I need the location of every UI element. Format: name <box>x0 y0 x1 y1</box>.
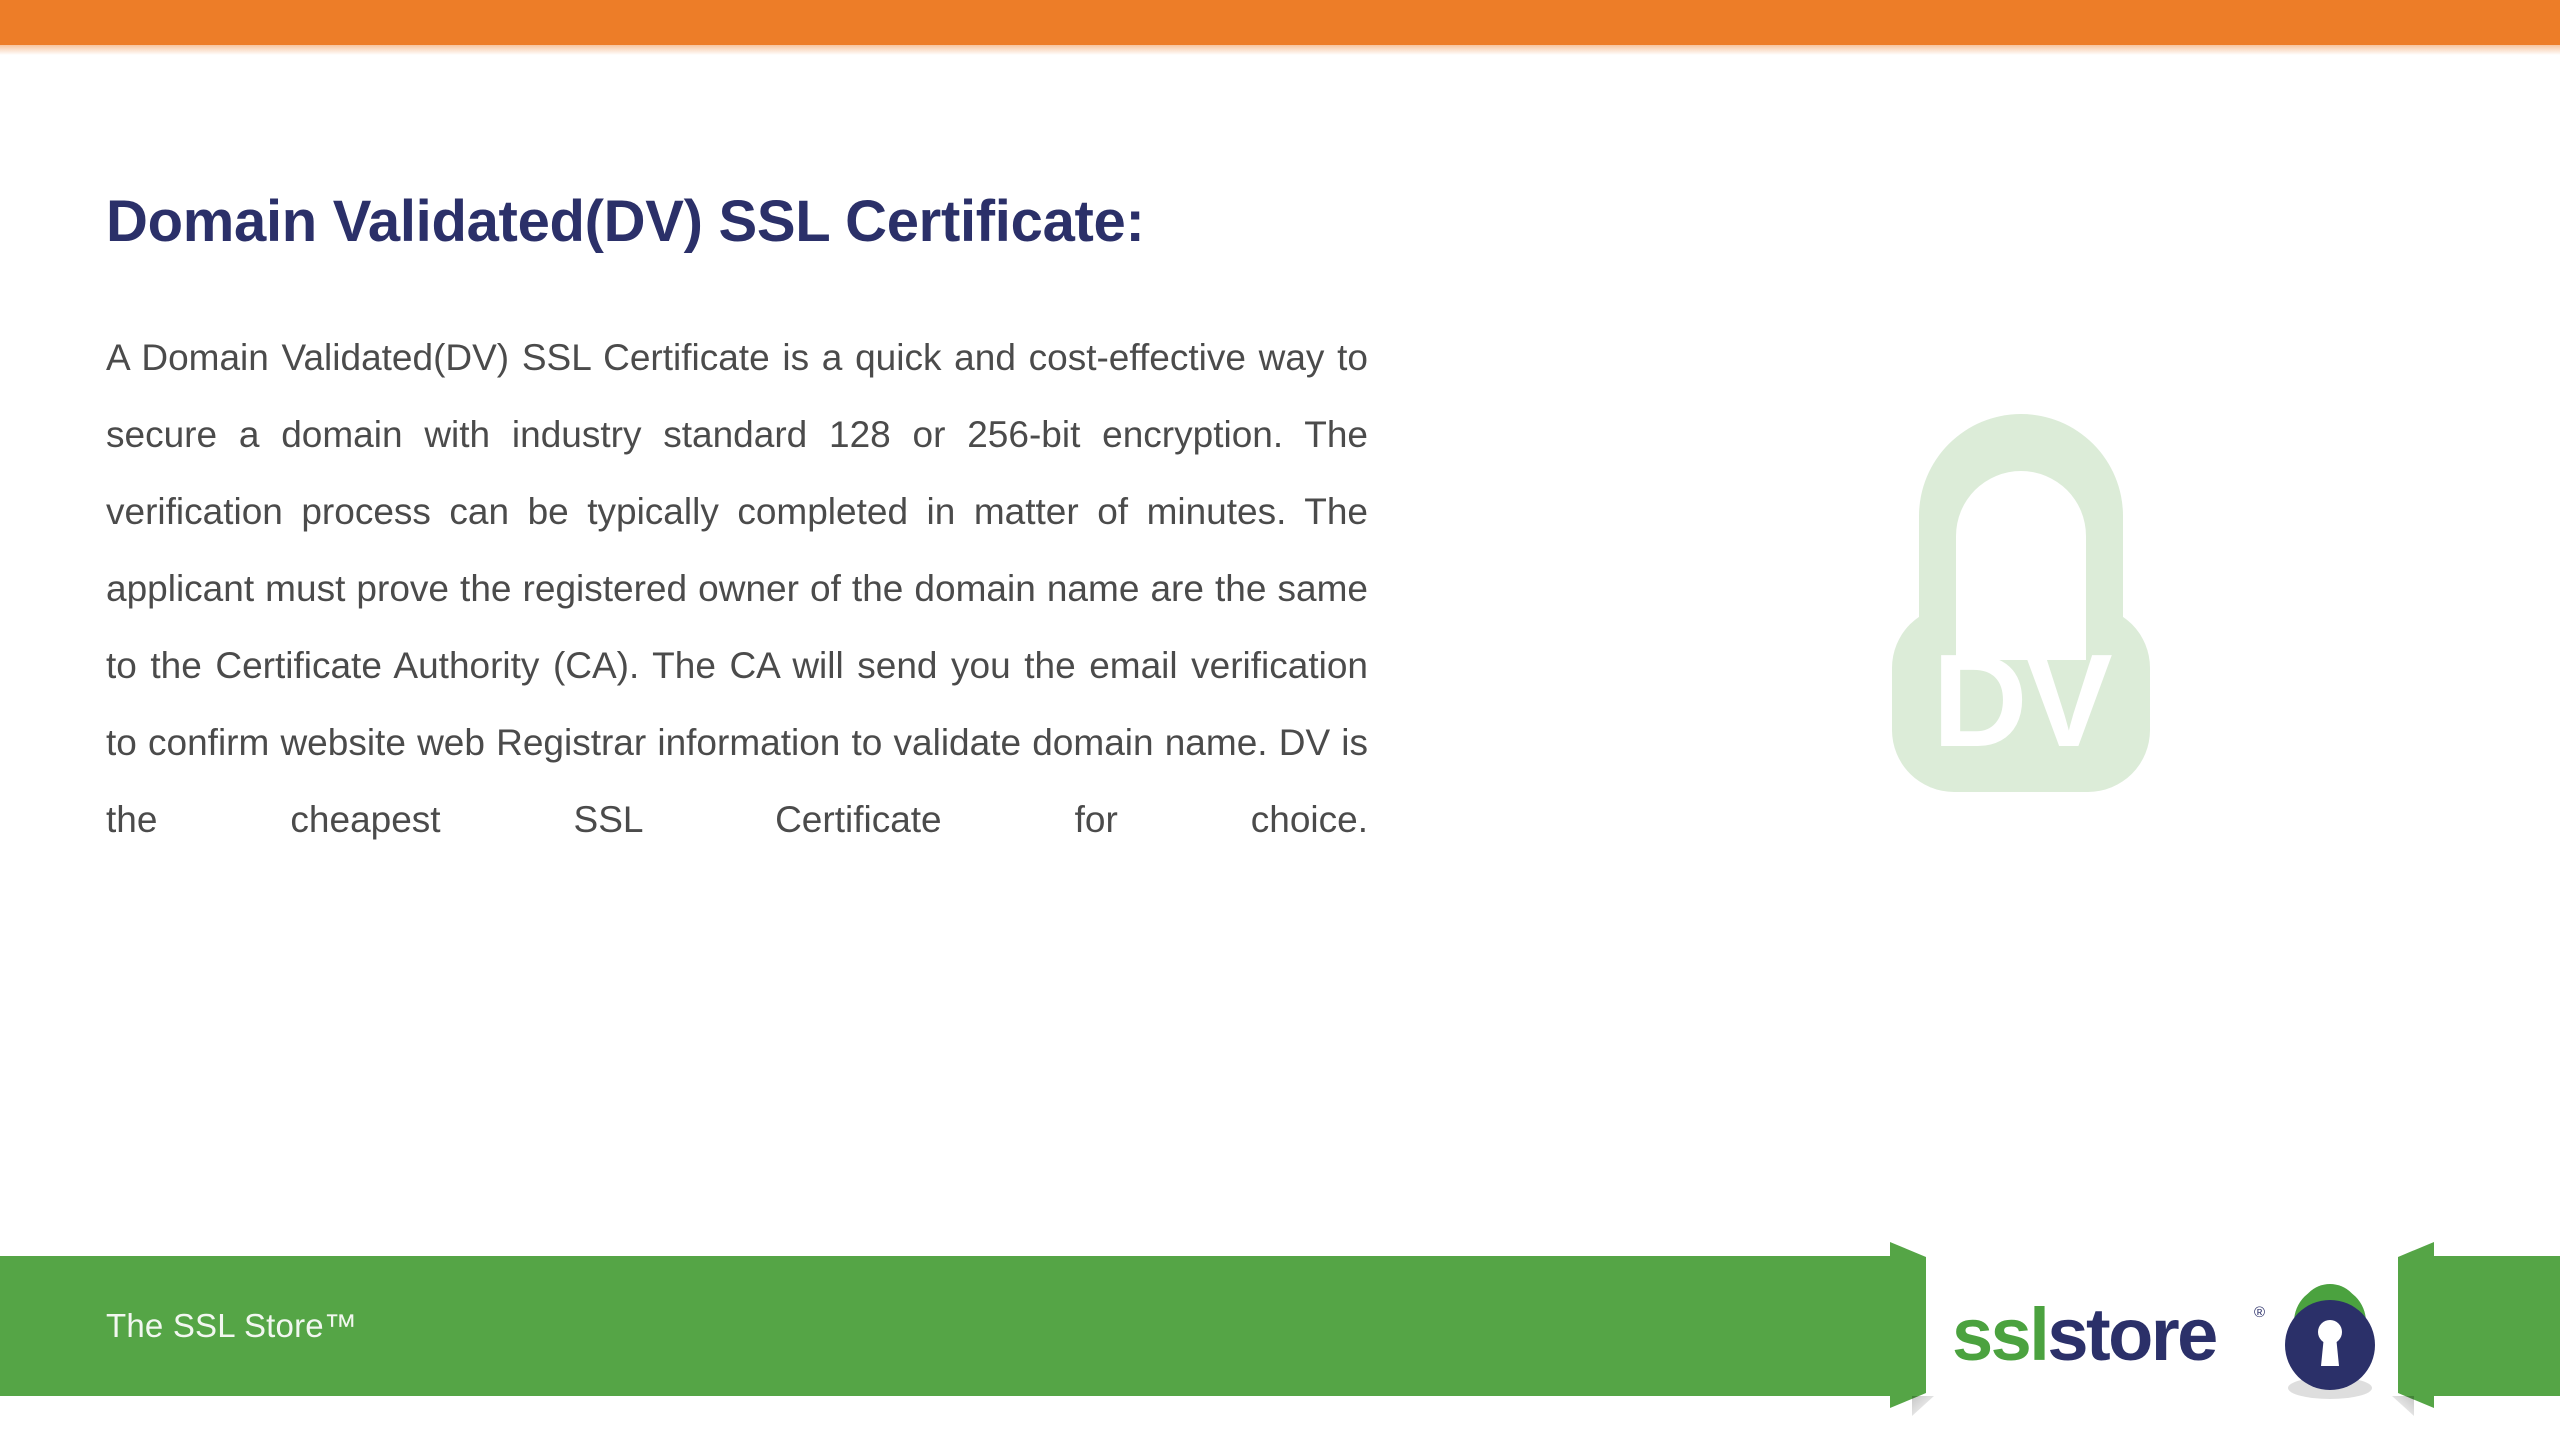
padlock-keyhole-icon <box>2268 1270 2392 1405</box>
dv-padlock-watermark: DV <box>1876 398 2166 798</box>
footer-band-right <box>2420 1256 2560 1396</box>
wordmark-ssl: ssl <box>1952 1293 2050 1376</box>
wordmark-store: store <box>2047 1293 2218 1376</box>
page-title: Domain Validated(DV) SSL Certificate: <box>106 188 1145 254</box>
top-accent-bar-shadow <box>0 45 2560 55</box>
body-paragraph: A Domain Validated(DV) SSL Certificate i… <box>106 337 1368 840</box>
top-accent-bar <box>0 0 2560 45</box>
ribbon-shadow-left <box>1912 1396 1934 1416</box>
ribbon-tail-left <box>1890 1242 1926 1408</box>
registered-trademark-mark: ® <box>2254 1304 2266 1321</box>
footer-brand-label: The SSL Store™ <box>106 1307 358 1344</box>
sslstore-logo[interactable]: sslstore ® <box>1952 1270 2392 1405</box>
ribbon-shadow-right <box>2392 1396 2414 1416</box>
slide-canvas: Domain Validated(DV) SSL Certificate: A … <box>0 0 2560 1440</box>
sslstore-wordmark: sslstore <box>1952 1298 2218 1372</box>
footer-ribbon: The SSL Store™ sslstore ® <box>0 1242 2560 1440</box>
